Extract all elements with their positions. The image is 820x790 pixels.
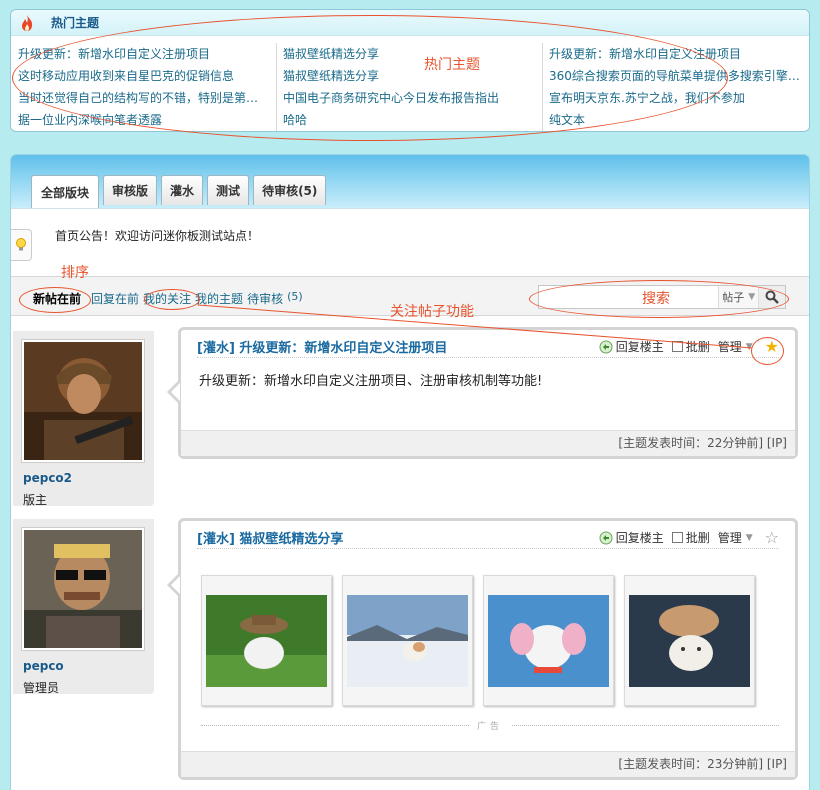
hot-topic-link[interactable]: 猫叔壁纸精选分享 bbox=[283, 43, 538, 65]
image-gallery bbox=[201, 575, 765, 706]
hot-topics-header: 热门主题 bbox=[11, 10, 809, 36]
annotation-label-search: 搜索 bbox=[642, 291, 670, 307]
filter-my-follow[interactable]: 我的关注 bbox=[143, 290, 191, 307]
star-icon[interactable]: ★ bbox=[765, 338, 779, 355]
manage-label: 管理 bbox=[717, 340, 742, 354]
post-footer-meta: [主题发表时间：23分钟前] [IP] bbox=[181, 751, 795, 777]
cat-photo-1 bbox=[206, 594, 327, 687]
cat-photo-4 bbox=[629, 594, 750, 687]
author-role: 管理员 bbox=[23, 681, 60, 695]
post-author-card: pepco2 版主 bbox=[13, 331, 154, 507]
filter-my-topics[interactable]: 我的主题 bbox=[195, 290, 243, 307]
reply-op-button[interactable]: 回复楼主 bbox=[599, 529, 664, 546]
post-author-card: pepco 管理员 bbox=[13, 519, 154, 695]
reply-icon bbox=[599, 531, 613, 544]
pending-count: (5) bbox=[287, 290, 303, 303]
sort-newest[interactable]: 新帖在前 bbox=[33, 290, 81, 307]
author-username[interactable]: pepco bbox=[23, 659, 64, 673]
search-button[interactable] bbox=[758, 286, 785, 308]
checkbox[interactable] bbox=[671, 532, 683, 543]
tab-water[interactable]: 灌水 bbox=[161, 175, 204, 205]
tab-all-boards[interactable]: 全部版块 bbox=[31, 175, 100, 208]
post-title[interactable]: [灌水] 升级更新：新增水印自定义注册项目 bbox=[197, 337, 447, 356]
annotation-label-follow: 关注帖子功能 bbox=[390, 304, 474, 320]
manage-dropdown[interactable]: 管理 ▼ bbox=[718, 338, 753, 355]
batch-delete-checkbox[interactable]: 批删 bbox=[671, 338, 710, 355]
annotation-label-hot-topics: 热门主题 bbox=[424, 57, 480, 73]
hot-topic-link[interactable]: 升级更新：新增水印自定义注册项目 bbox=[18, 43, 273, 65]
author-username[interactable]: pepco2 bbox=[23, 471, 72, 485]
tab-review-board[interactable]: 审核版 bbox=[103, 175, 158, 205]
gallery-thumbnail[interactable] bbox=[483, 575, 614, 706]
gallery-thumbnail[interactable] bbox=[201, 575, 332, 706]
sort-reply-first[interactable]: 回复在前 bbox=[91, 290, 139, 307]
gallery-thumbnail[interactable] bbox=[624, 575, 755, 706]
post-card: [灌水] 猫叔壁纸精选分享 回复楼主 批删 管理 ▼ ☆ 广告 [主题发表时间：… bbox=[167, 518, 798, 780]
hot-topic-link[interactable]: 升级更新：新增水印自定义注册项目 bbox=[549, 43, 804, 65]
hot-topics-panel: 热门主题 升级更新：新增水印自定义注册项目 这时移动应用收到来自星巴克的促销信息… bbox=[10, 9, 810, 132]
manage-label: 管理 bbox=[717, 531, 742, 545]
manage-dropdown[interactable]: 管理 ▼ bbox=[718, 529, 753, 546]
avatar[interactable] bbox=[21, 527, 145, 651]
forum-main-panel: 全部版块 审核版 灌水 测试 待审核(5) 首页公告！欢迎访问迷你板测试站点！ … bbox=[10, 154, 810, 790]
cat-photo-3 bbox=[488, 594, 609, 687]
post-title[interactable]: [灌水] 猫叔壁纸精选分享 bbox=[197, 528, 343, 547]
chevron-down-icon: ▼ bbox=[745, 532, 753, 543]
hot-topic-link[interactable]: 宣布明天京东.苏宁之战，我们不参加 bbox=[549, 87, 804, 109]
reply-op-button[interactable]: 回复楼主 bbox=[599, 338, 664, 355]
post-pointer bbox=[167, 573, 180, 597]
lightbulb-icon bbox=[11, 229, 32, 261]
reply-icon bbox=[599, 340, 613, 353]
tab-test[interactable]: 测试 bbox=[207, 175, 250, 205]
batch-delete-label: 批删 bbox=[685, 531, 710, 545]
search-icon bbox=[765, 290, 779, 304]
chevron-down-icon: ▼ bbox=[748, 292, 756, 302]
search-input[interactable] bbox=[539, 286, 719, 308]
batch-delete-label: 批删 bbox=[685, 340, 710, 354]
hot-topic-link[interactable]: 中国电子商务研究中心今日发布报告指出 bbox=[283, 87, 538, 109]
hot-topic-link[interactable]: 纯文本 bbox=[549, 109, 804, 131]
cat-photo-2 bbox=[347, 594, 468, 687]
flame-icon bbox=[22, 14, 33, 31]
board-tab-bar: 全部版块 审核版 灌水 测试 待审核(5) bbox=[11, 155, 809, 208]
annotation-label-sort: 排序 bbox=[61, 265, 89, 281]
hot-topics-column-2: 猫叔壁纸精选分享 猫叔壁纸精选分享 中国电子商务研究中心今日发布报告指出 哈哈 bbox=[277, 43, 543, 131]
ad-label: 广告 bbox=[468, 722, 511, 732]
gallery-thumbnail[interactable] bbox=[342, 575, 473, 706]
hot-topic-link[interactable]: 猫叔壁纸精选分享 bbox=[283, 65, 538, 87]
star-outline-icon[interactable]: ☆ bbox=[765, 529, 779, 546]
filter-pending[interactable]: 待审核 bbox=[247, 290, 283, 307]
post-body: 升级更新：新增水印自定义注册项目、注册审核机制等功能! bbox=[199, 374, 543, 389]
hot-topic-link[interactable]: 这时移动应用收到来自星巴克的促销信息 bbox=[18, 65, 273, 87]
hot-topics-column-1: 升级更新：新增水印自定义注册项目 这时移动应用收到来自星巴克的促销信息 当时还觉… bbox=[11, 43, 277, 131]
hot-topic-link[interactable]: 360综合搜索页面的导航菜单提供多搜索引擎… bbox=[549, 65, 804, 87]
tab-pending[interactable]: 待审核(5) bbox=[253, 175, 327, 205]
hot-topics-title: 热门主题 bbox=[51, 16, 100, 30]
post-footer-meta: [主题发表时间：22分钟前] [IP] bbox=[181, 430, 795, 456]
search-type-label: 帖子 bbox=[722, 291, 745, 304]
hot-topic-link[interactable]: 当时还觉得自己的结构写的不错，特别是第… bbox=[18, 87, 273, 109]
author-role: 版主 bbox=[23, 493, 48, 507]
hot-topic-link[interactable]: 哈哈 bbox=[283, 109, 538, 131]
hot-topics-column-3: 升级更新：新增水印自定义注册项目 360综合搜索页面的导航菜单提供多搜索引擎… … bbox=[543, 43, 809, 131]
announcement-bar: 首页公告！欢迎访问迷你板测试站点！ bbox=[11, 208, 809, 276]
checkbox[interactable] bbox=[671, 341, 683, 352]
search-type-select[interactable]: 帖子 ▼ bbox=[718, 286, 759, 308]
chevron-down-icon: ▼ bbox=[745, 341, 753, 352]
post-card: [灌水] 升级更新：新增水印自定义注册项目 回复楼主 批删 管理 ▼ ★ 升级更… bbox=[167, 327, 798, 459]
ad-divider: 广告 bbox=[201, 722, 779, 737]
sunglasses-avatar-image bbox=[24, 530, 142, 648]
reply-op-label: 回复楼主 bbox=[615, 531, 664, 545]
batch-delete-checkbox[interactable]: 批删 bbox=[671, 529, 710, 546]
hot-topic-link[interactable]: 据一位业内深喉向笔者透露 bbox=[18, 109, 273, 131]
avatar[interactable] bbox=[21, 339, 145, 463]
reply-op-label: 回复楼主 bbox=[615, 340, 664, 354]
announcement-text: 首页公告！欢迎访问迷你板测试站点！ bbox=[55, 229, 260, 243]
soldier-avatar-image bbox=[24, 342, 142, 460]
post-pointer bbox=[167, 380, 180, 404]
